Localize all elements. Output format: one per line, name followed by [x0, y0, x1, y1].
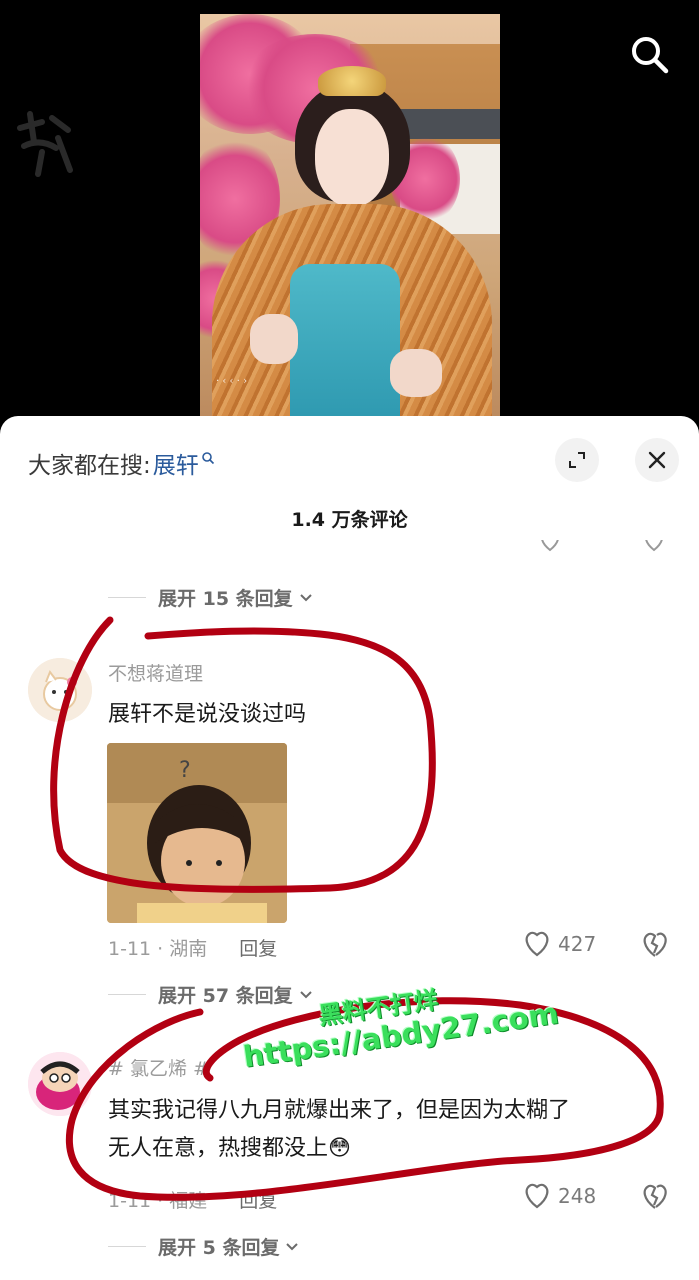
- expand-replies-label: 展开 57 条回复: [158, 985, 293, 1007]
- avatar-cat-icon: [28, 658, 92, 722]
- like-button[interactable]: 248: [522, 1182, 596, 1210]
- svg-text:?: ?: [179, 758, 191, 783]
- comment-username[interactable]: # 氯乙烯 #: [108, 1054, 209, 1081]
- suggestion-prefix: 大家都在搜:: [28, 453, 151, 479]
- clipped-comment-meta: [108, 540, 668, 556]
- chevron-down-icon: [299, 990, 312, 998]
- comment-text-line-2: 无人在意，热搜都没上😳: [108, 1130, 668, 1168]
- dislike-icon[interactable]: [640, 1183, 670, 1211]
- comment-username[interactable]: 不想蒋道理: [108, 659, 203, 686]
- heart-icon: [525, 931, 549, 957]
- person-hands: [390, 349, 442, 397]
- brand-glyph-icon: [17, 111, 73, 177]
- reply-button[interactable]: 回复: [239, 938, 277, 960]
- person-hand: [250, 314, 298, 364]
- comment-sheet: 大家都在搜: 展轩 1.4 万条评论 展开 15 条回复 不想蒋道理 展轩不是说…: [0, 416, 699, 1280]
- comment-image[interactable]: ?: [107, 743, 287, 923]
- expand-replies-button[interactable]: 展开 15 条回复: [108, 584, 313, 611]
- comment-meta: 1-11 · 湖南 回复: [108, 934, 277, 961]
- comment-meta: 1-11 · 福建 回复: [108, 1186, 277, 1213]
- chevron-down-icon: [299, 593, 312, 601]
- small-search-icon: [201, 452, 214, 465]
- comment-photo: ?: [107, 743, 287, 923]
- comment-text-line: 无人在意，热搜都没上: [108, 1136, 329, 1161]
- comment-text: 其实我记得八九月就爆出来了，但是因为太糊了 无人在意，热搜都没上😳: [108, 1092, 668, 1168]
- reply-button[interactable]: 回复: [239, 1190, 277, 1212]
- heart-icon: [525, 1183, 549, 1209]
- avatar[interactable]: [28, 1052, 92, 1116]
- comment-date-region: 1-11 · 福建: [108, 1190, 208, 1212]
- avatar[interactable]: [28, 658, 92, 722]
- like-count: 427: [558, 932, 597, 956]
- expand-icon: [569, 452, 585, 468]
- sheet-header: 大家都在搜: 展轩: [0, 416, 699, 506]
- chevron-down-icon: [286, 1242, 299, 1250]
- close-icon: [648, 451, 666, 469]
- person-face: [315, 109, 389, 207]
- divider-line: [108, 994, 146, 995]
- video-player[interactable]: · ‹ ‹ · ›: [0, 0, 699, 440]
- comment-text-line: 其实我记得八九月就爆出来了，但是因为太糊了: [108, 1098, 571, 1123]
- expand-replies-label: 展开 15 条回复: [158, 588, 293, 610]
- avatar-cartoon-icon: [28, 1052, 92, 1116]
- like-count: 248: [558, 1184, 597, 1208]
- heart-icon: [541, 540, 559, 552]
- expand-replies-label: 展开 5 条回复: [158, 1237, 280, 1259]
- expand-replies-button[interactable]: 展开 5 条回复: [108, 1233, 299, 1260]
- person-dress: [290, 264, 400, 440]
- divider-line: [108, 597, 146, 598]
- comment-date-region: 1-11 · 湖南: [108, 938, 208, 960]
- suggestion-term-link[interactable]: 展轩: [153, 446, 199, 480]
- search-icon[interactable]: [628, 33, 670, 75]
- dislike-icon: [645, 540, 663, 552]
- video-overlay-tag: · ‹ ‹ · ›: [216, 376, 248, 387]
- divider-line: [108, 1246, 146, 1247]
- comment-count: 1.4 万条评论: [291, 509, 408, 531]
- expand-replies-button[interactable]: 展开 57 条回复: [108, 981, 313, 1008]
- comment-text: 展轩不是说没谈过吗: [108, 702, 307, 727]
- dislike-icon[interactable]: [640, 931, 670, 959]
- video-frame[interactable]: · ‹ ‹ · ›: [200, 14, 500, 440]
- hair-ornament: [318, 66, 386, 96]
- close-button[interactable]: [635, 438, 679, 482]
- like-button[interactable]: 427: [522, 930, 596, 958]
- flushed-emoji: 😳: [328, 1136, 351, 1161]
- search-suggestion: 大家都在搜: 展轩: [28, 446, 215, 480]
- expand-button[interactable]: [555, 438, 599, 482]
